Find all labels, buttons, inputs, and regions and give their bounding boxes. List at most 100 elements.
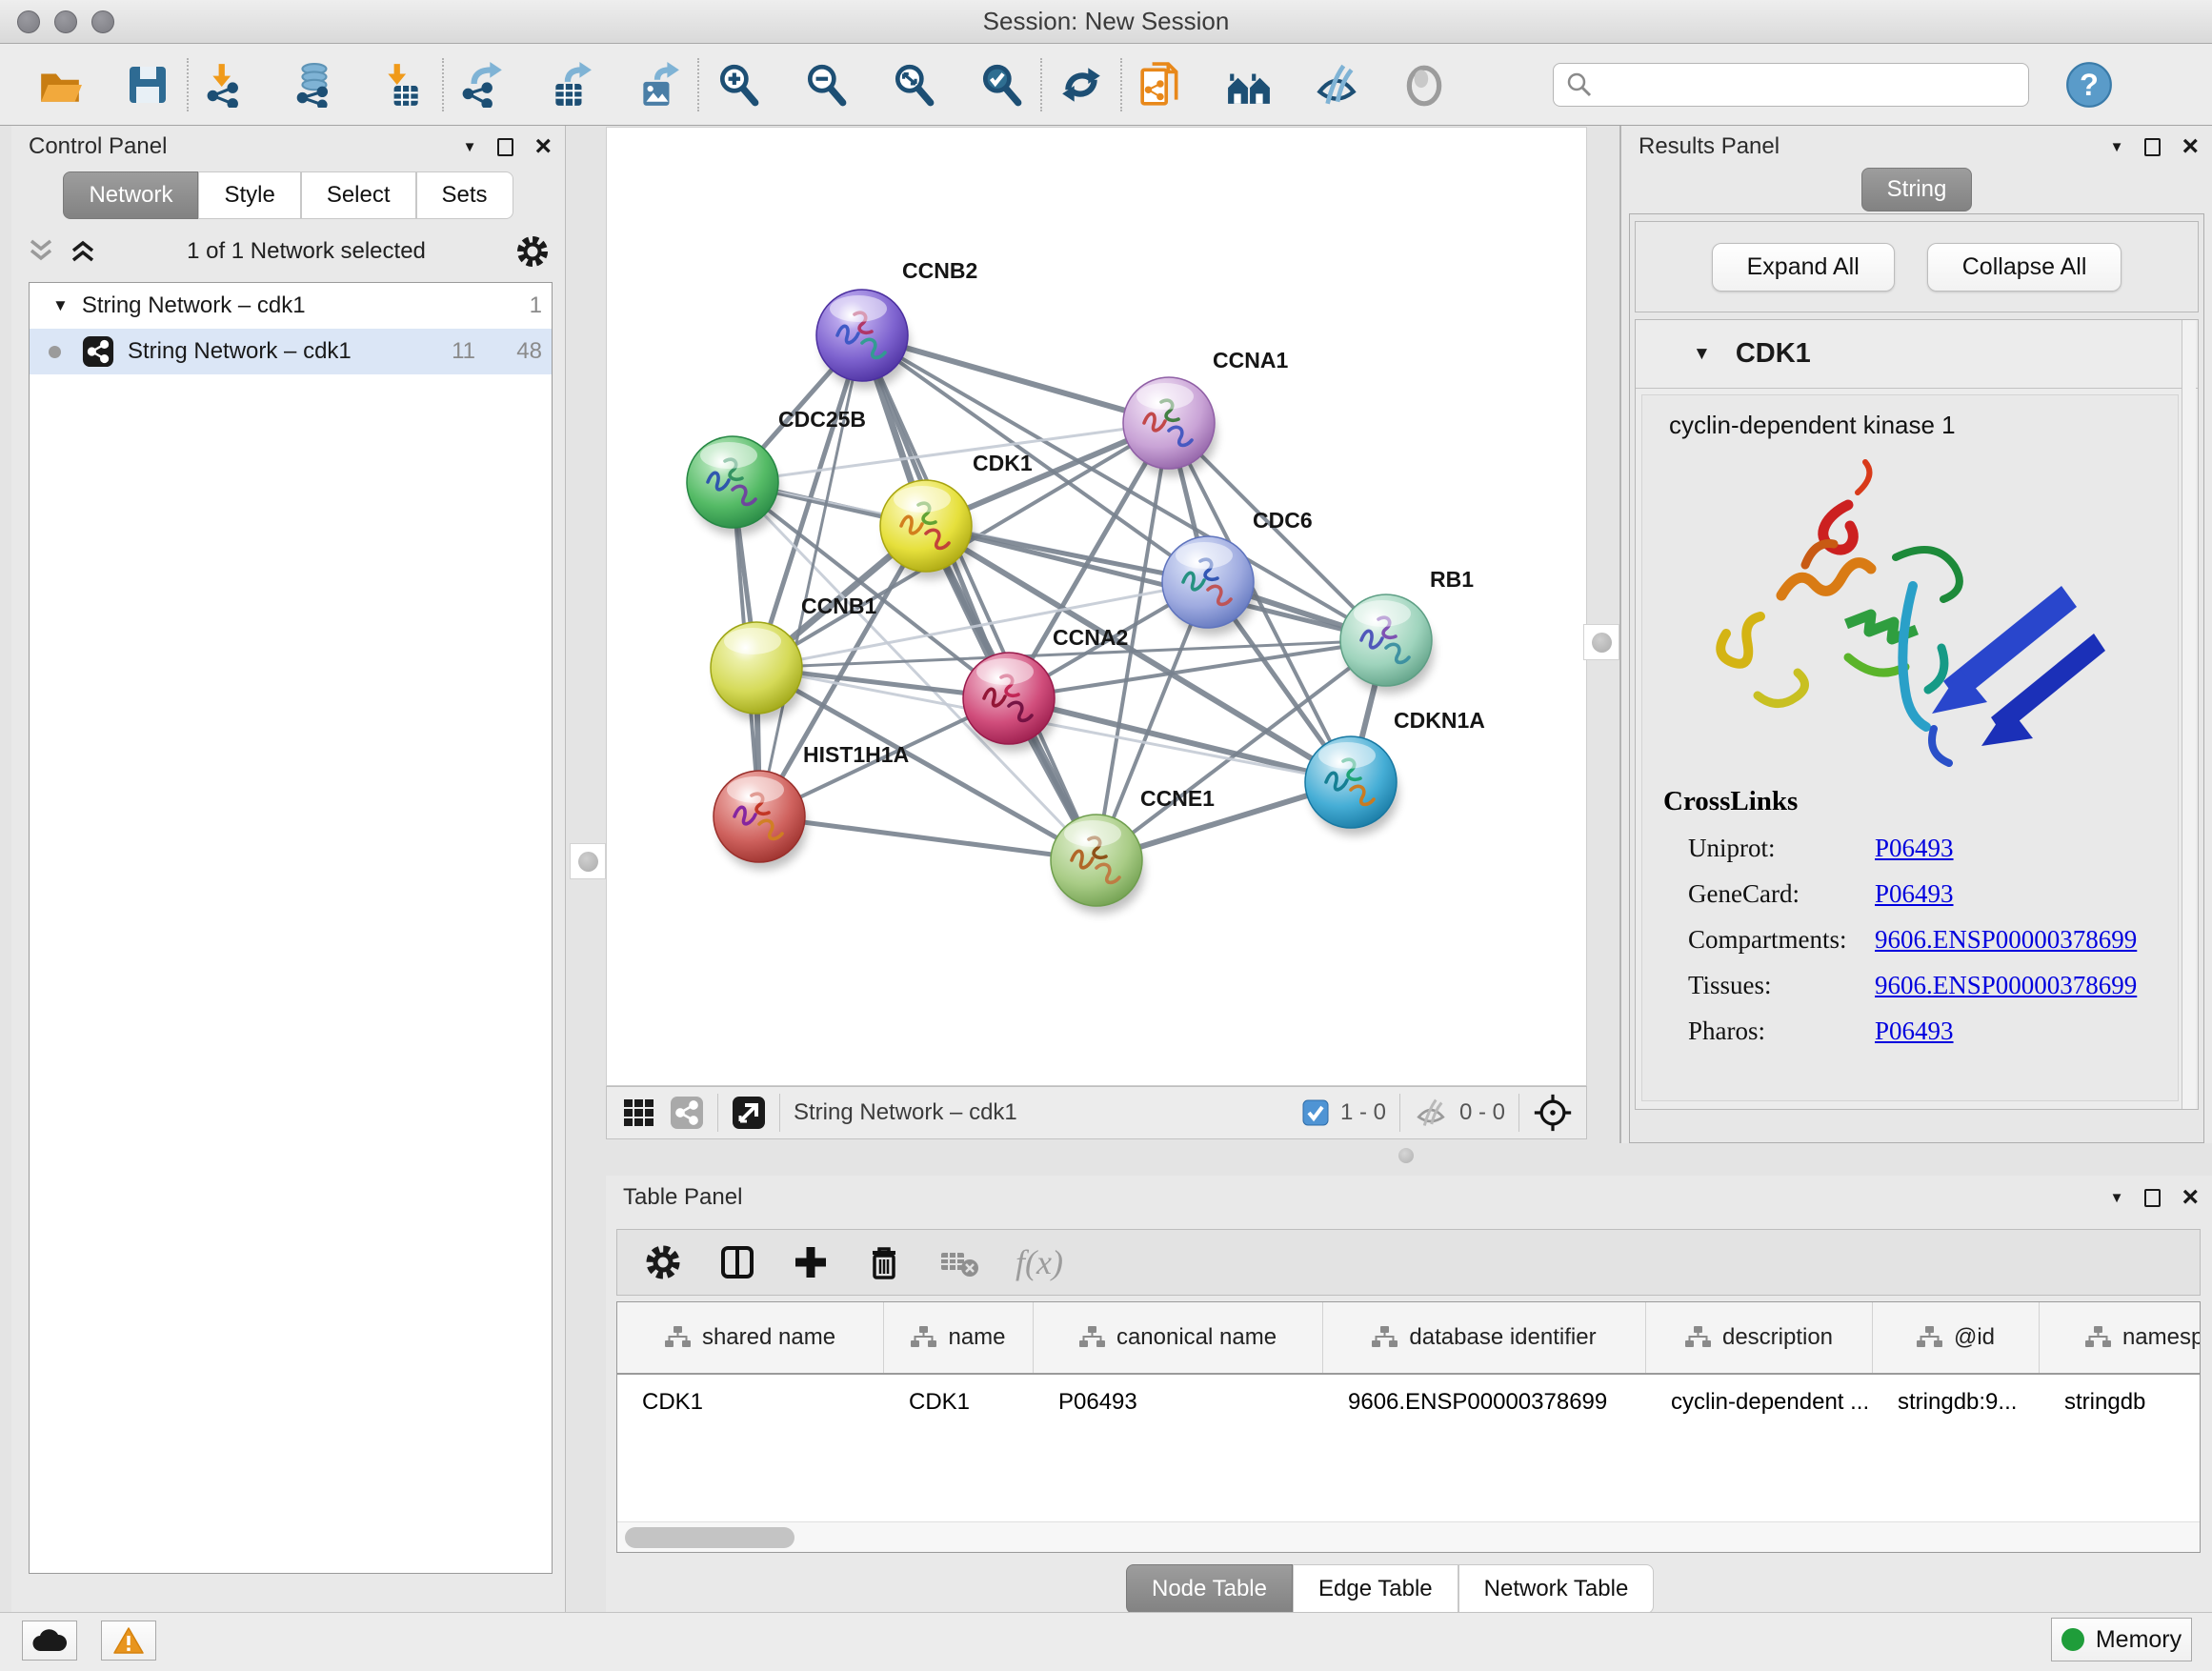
tab-string[interactable]: String — [1861, 168, 1973, 211]
tab-select[interactable]: Select — [301, 171, 416, 219]
network-tree-network[interactable]: String Network – cdk11148 — [30, 329, 552, 374]
table-cell[interactable]: CDK1 — [617, 1389, 884, 1416]
help-icon[interactable]: ? — [2065, 61, 2113, 109]
table-hscrollbar[interactable] — [617, 1521, 2200, 1552]
network-options-gear-icon[interactable] — [515, 234, 550, 269]
edge-CCNE1-HIST1H1A[interactable] — [759, 816, 1096, 860]
crosslink-link[interactable]: P06493 — [1875, 834, 1954, 863]
import-network-file-icon[interactable] — [204, 61, 251, 109]
import-table-icon[interactable] — [379, 61, 427, 109]
zoom-in-icon[interactable] — [714, 61, 762, 109]
show-all-icon[interactable] — [1400, 61, 1448, 109]
tab-network-table[interactable]: Network Table — [1458, 1564, 1655, 1614]
node-CDKN1A[interactable] — [1305, 736, 1398, 836]
search-box[interactable] — [1553, 63, 2029, 107]
network-snapshot-icon[interactable] — [1137, 61, 1185, 109]
table-cell[interactable]: 9606.ENSP00000378699 — [1323, 1389, 1646, 1416]
network-tree-collection[interactable]: ▼String Network – cdk11 — [30, 283, 552, 329]
entry-header[interactable]: ▼ CDK1 — [1636, 320, 2198, 389]
hide-selected-icon[interactable] — [1313, 61, 1360, 109]
results-collapse-icon[interactable]: ▼ — [2110, 139, 2124, 155]
expand-all-icon[interactable] — [69, 235, 97, 268]
crosslink-link[interactable]: 9606.ENSP00000378699 — [1875, 925, 2137, 955]
panel-close-icon[interactable]: × — [534, 137, 552, 156]
crosslink-link[interactable]: P06493 — [1875, 1017, 1954, 1046]
right-divider-handle[interactable] — [1583, 624, 1619, 660]
node-CDC25B[interactable] — [687, 436, 780, 535]
network-canvas[interactable]: CCNB2CCNA1CDC25BCDK1CDC6RB1CCNB1CCNA2CDK… — [606, 127, 1587, 1086]
node-label-CCNB2: CCNB2 — [902, 258, 977, 283]
string-badge-icon[interactable] — [670, 1096, 704, 1130]
tab-edge-table[interactable]: Edge Table — [1293, 1564, 1458, 1614]
delete-column-icon[interactable] — [865, 1243, 903, 1281]
node-CDK1[interactable] — [880, 480, 974, 579]
birdseye-grid-icon[interactable] — [622, 1096, 656, 1130]
node-RB1[interactable] — [1340, 594, 1434, 694]
table-cell[interactable]: P06493 — [1034, 1389, 1323, 1416]
column-header-database-identifier[interactable]: database identifier — [1323, 1302, 1646, 1373]
panel-float-icon[interactable] — [497, 138, 513, 156]
pan-crosshair-icon[interactable] — [1533, 1093, 1573, 1133]
show-columns-icon[interactable] — [718, 1243, 756, 1281]
node-HIST1H1A[interactable] — [714, 771, 807, 870]
first-neighbors-icon[interactable] — [1225, 61, 1273, 109]
crosslink-link[interactable]: 9606.ENSP00000378699 — [1875, 971, 2137, 1000]
table-cell[interactable]: stringdb — [2040, 1389, 2201, 1416]
zoom-out-icon[interactable] — [802, 61, 850, 109]
cloud-status-button[interactable] — [22, 1621, 77, 1661]
tree-expander-icon[interactable]: ▼ — [52, 296, 69, 315]
results-close-icon[interactable]: × — [2182, 137, 2199, 156]
tab-style[interactable]: Style — [198, 171, 300, 219]
table-hscrollbar-thumb[interactable] — [625, 1527, 794, 1548]
export-table-icon[interactable] — [547, 61, 594, 109]
column-header-description[interactable]: description — [1646, 1302, 1873, 1373]
column-header-id[interactable]: @id — [1873, 1302, 2040, 1373]
open-session-icon[interactable] — [36, 61, 84, 109]
entry-caret-icon[interactable]: ▼ — [1693, 344, 1711, 365]
table-cell[interactable]: CDK1 — [884, 1389, 1034, 1416]
export-image-icon[interactable] — [634, 61, 682, 109]
results-float-icon[interactable] — [2144, 138, 2161, 156]
node-CCNB1[interactable] — [711, 622, 804, 721]
node-CCNE1[interactable] — [1051, 815, 1144, 914]
table-float-icon[interactable] — [2144, 1189, 2161, 1207]
open-external-icon[interactable] — [732, 1096, 766, 1130]
export-network-icon[interactable] — [459, 61, 507, 109]
crosslink-label: GeneCard: — [1688, 879, 1875, 909]
tab-network[interactable]: Network — [63, 171, 198, 219]
selected-nodes-checkbox-icon[interactable] — [1302, 1099, 1329, 1126]
apply-layout-icon[interactable] — [1057, 61, 1105, 109]
table-close-icon[interactable]: × — [2182, 1188, 2199, 1207]
collapse-all-icon[interactable] — [27, 235, 55, 268]
node-CCNA1[interactable] — [1123, 377, 1217, 476]
crosslink-link[interactable]: P06493 — [1875, 879, 1954, 909]
panel-collapse-icon[interactable]: ▼ — [463, 139, 477, 155]
results-scrollbar[interactable] — [2182, 320, 2196, 1109]
edge-CCNB2-CCNE1[interactable] — [862, 335, 1096, 860]
left-divider-handle[interactable] — [570, 843, 606, 879]
column-header-name[interactable]: name — [884, 1302, 1034, 1373]
collapse-all-button[interactable]: Collapse All — [1927, 243, 2122, 292]
tab-node-table[interactable]: Node Table — [1126, 1564, 1293, 1614]
table-cell[interactable]: cyclin-dependent ... — [1646, 1389, 1873, 1416]
column-header-namespace[interactable]: namespace — [2040, 1302, 2201, 1373]
zoom-fit-icon[interactable] — [890, 61, 937, 109]
table-collapse-icon[interactable]: ▼ — [2110, 1190, 2124, 1206]
table-cell[interactable]: stringdb:9... — [1873, 1389, 2040, 1416]
search-input[interactable] — [1594, 71, 2003, 98]
column-header-canonical-name[interactable]: canonical name — [1034, 1302, 1323, 1373]
warning-status-button[interactable] — [101, 1621, 156, 1661]
node-CDC6[interactable] — [1162, 536, 1256, 635]
table-settings-gear-icon[interactable] — [644, 1243, 682, 1281]
zoom-selected-icon[interactable] — [977, 61, 1025, 109]
table-row[interactable]: CDK1CDK1P064939606.ENSP00000378699cyclin… — [617, 1375, 2200, 1430]
add-column-icon[interactable] — [793, 1244, 829, 1280]
expand-all-button[interactable]: Expand All — [1712, 243, 1895, 292]
bottom-divider-handle[interactable] — [1398, 1148, 1414, 1163]
save-session-icon[interactable] — [124, 61, 171, 109]
tab-sets[interactable]: Sets — [416, 171, 513, 219]
column-header-shared-name[interactable]: shared name — [617, 1302, 884, 1373]
warning-icon — [112, 1626, 145, 1655]
memory-button[interactable]: Memory — [2051, 1618, 2192, 1661]
import-network-database-icon[interactable] — [292, 61, 339, 109]
